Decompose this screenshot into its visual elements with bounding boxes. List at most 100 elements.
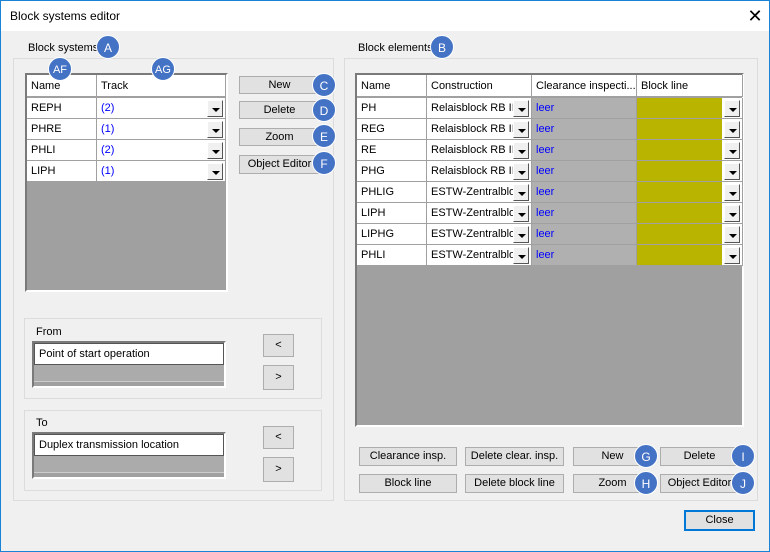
- dropdown-arrow-icon[interactable]: [724, 100, 740, 117]
- table-row[interactable]: REPH (2): [27, 98, 226, 119]
- clearance-cell-text: leer: [536, 228, 555, 240]
- block-elements-grid: Name Construction Clearance inspecti... Blo…: [355, 73, 744, 427]
- dropdown-arrow-icon[interactable]: [513, 163, 529, 180]
- name-cell: REG: [357, 119, 427, 140]
- name-cell: PHRE: [27, 119, 97, 140]
- object-editor-block-element-button[interactable]: Object Editor: [660, 474, 739, 493]
- table-row[interactable]: LIPH ESTW-Zentralblo leer: [357, 203, 743, 224]
- to-next-button[interactable]: >: [263, 457, 294, 482]
- delete-clear-insp-button[interactable]: Delete clear. insp.: [465, 447, 564, 466]
- column-header: Block line: [637, 75, 743, 97]
- track-cell[interactable]: (2): [97, 140, 226, 161]
- dropdown-arrow-icon[interactable]: [513, 247, 529, 264]
- construction-cell[interactable]: Relaisblock RB II: [427, 119, 532, 140]
- dropdown-arrow-icon[interactable]: [724, 226, 740, 243]
- table-row[interactable]: PHLI (2): [27, 140, 226, 161]
- construction-cell[interactable]: ESTW-Zentralblo: [427, 182, 532, 203]
- clearance-cell-text: leer: [536, 249, 555, 261]
- clearance-cell-text: leer: [536, 144, 555, 156]
- name-cell-text: PH: [361, 102, 377, 114]
- dropdown-arrow-icon[interactable]: [513, 205, 529, 222]
- block-line-cell[interactable]: [637, 182, 743, 203]
- from-prev-button[interactable]: <: [263, 334, 294, 357]
- dropdown-arrow-icon[interactable]: [724, 121, 740, 138]
- dropdown-arrow-icon[interactable]: [513, 100, 529, 117]
- clearance-cell-text: leer: [536, 123, 555, 135]
- clearance-cell: leer: [532, 98, 637, 119]
- delete-block-system-button[interactable]: Delete: [239, 101, 320, 119]
- block-line-cell[interactable]: [637, 161, 743, 182]
- block-elements-label: Block elements: [358, 42, 433, 54]
- block-line-cell[interactable]: [637, 224, 743, 245]
- badge-ag: AG: [151, 57, 175, 81]
- table-row[interactable]: REG Relaisblock RB II leer: [357, 119, 743, 140]
- from-label: From: [36, 326, 62, 338]
- block-line-cell[interactable]: [637, 245, 743, 266]
- name-cell-text: PHLI: [31, 144, 56, 156]
- dropdown-arrow-icon[interactable]: [207, 142, 223, 159]
- track-cell-text: (1): [101, 123, 115, 135]
- name-cell: REPH: [27, 98, 97, 119]
- dropdown-arrow-icon[interactable]: [207, 121, 223, 138]
- column-header: Name: [357, 75, 427, 97]
- track-cell[interactable]: (2): [97, 98, 226, 119]
- dropdown-arrow-icon[interactable]: [513, 142, 529, 159]
- clearance-cell-text: leer: [536, 165, 555, 177]
- dropdown-arrow-icon[interactable]: [724, 205, 740, 222]
- table-row[interactable]: PHLIG ESTW-Zentralblo leer: [357, 182, 743, 203]
- block-line-cell[interactable]: [637, 203, 743, 224]
- table-row[interactable]: LIPH (1): [27, 161, 226, 182]
- delete-block-element-button[interactable]: Delete: [660, 447, 739, 466]
- construction-cell-text: ESTW-Zentralblo: [431, 249, 516, 261]
- clearance-cell-text: leer: [536, 186, 555, 198]
- name-cell-text: RE: [361, 144, 377, 156]
- close-button[interactable]: Close: [684, 510, 755, 531]
- badge-f: F: [312, 151, 336, 175]
- table-row[interactable]: PHRE (1): [27, 119, 226, 140]
- block-line-cell[interactable]: [637, 140, 743, 161]
- from-field[interactable]: Point of start operation: [32, 341, 226, 388]
- table-row[interactable]: PHG Relaisblock RB II leer: [357, 161, 743, 182]
- block-line-button[interactable]: Block line: [359, 474, 457, 493]
- clearance-insp-button[interactable]: Clearance insp.: [359, 447, 457, 466]
- track-cell[interactable]: (1): [97, 119, 226, 140]
- table-row[interactable]: PHLI ESTW-Zentralblo leer: [357, 245, 743, 266]
- dropdown-arrow-icon[interactable]: [724, 163, 740, 180]
- block-line-cell[interactable]: [637, 119, 743, 140]
- construction-cell-text: Relaisblock RB II: [431, 165, 515, 177]
- object-editor-block-system-button[interactable]: Object Editor: [239, 155, 320, 174]
- badge-b: B: [430, 35, 454, 59]
- block-line-cell[interactable]: [637, 98, 743, 119]
- construction-cell[interactable]: ESTW-Zentralblo: [427, 224, 532, 245]
- construction-cell[interactable]: Relaisblock RB II: [427, 161, 532, 182]
- table-row[interactable]: RE Relaisblock RB II leer: [357, 140, 743, 161]
- dropdown-arrow-icon[interactable]: [513, 226, 529, 243]
- table-row[interactable]: PH Relaisblock RB II leer: [357, 98, 743, 119]
- table-row[interactable]: LIPHG ESTW-Zentralblo leer: [357, 224, 743, 245]
- block-systems-grid: Name Track REPH (2) PHRE (1) PHLI (2) LIPH (1): [25, 73, 228, 292]
- dropdown-arrow-icon[interactable]: [724, 184, 740, 201]
- construction-cell[interactable]: ESTW-Zentralblo: [427, 245, 532, 266]
- clearance-cell: leer: [532, 245, 637, 266]
- delete-block-line-button[interactable]: Delete block line: [465, 474, 564, 493]
- track-cell[interactable]: (1): [97, 161, 226, 182]
- dropdown-arrow-icon[interactable]: [513, 184, 529, 201]
- to-prev-button[interactable]: <: [263, 426, 294, 449]
- zoom-block-system-button[interactable]: Zoom: [239, 128, 320, 146]
- header-row: Name Construction Clearance inspecti... Blo…: [357, 75, 743, 97]
- to-field[interactable]: Duplex transmission location: [32, 432, 226, 479]
- column-header-text: Construction: [431, 80, 493, 92]
- dropdown-arrow-icon[interactable]: [513, 121, 529, 138]
- construction-cell[interactable]: Relaisblock RB II: [427, 140, 532, 161]
- dropdown-arrow-icon[interactable]: [207, 163, 223, 180]
- name-cell-text: PHLI: [361, 249, 386, 261]
- from-next-button[interactable]: >: [263, 365, 294, 390]
- dropdown-arrow-icon[interactable]: [724, 142, 740, 159]
- dropdown-arrow-icon[interactable]: [207, 100, 223, 117]
- construction-cell[interactable]: ESTW-Zentralblo: [427, 203, 532, 224]
- name-cell-text: LIPH: [361, 207, 386, 219]
- construction-cell[interactable]: Relaisblock RB II: [427, 98, 532, 119]
- dropdown-arrow-icon[interactable]: [724, 247, 740, 264]
- new-block-system-button[interactable]: New: [239, 76, 320, 94]
- close-icon[interactable]: ✕: [743, 5, 767, 27]
